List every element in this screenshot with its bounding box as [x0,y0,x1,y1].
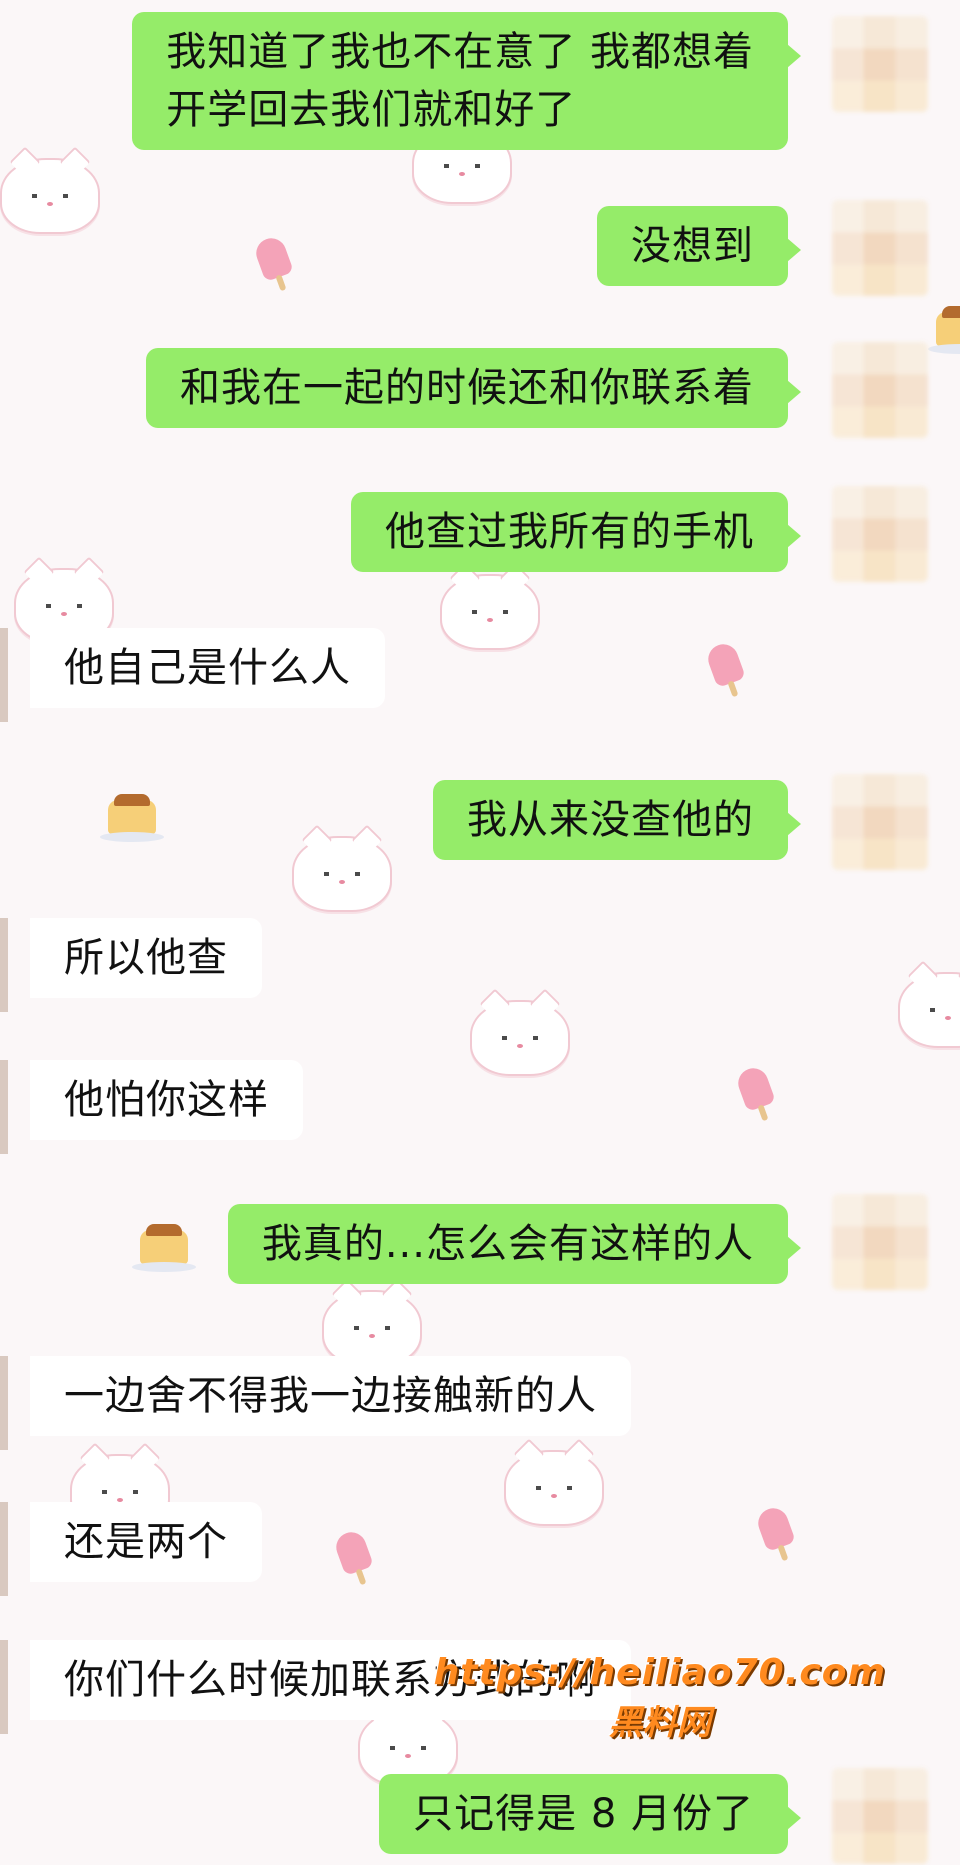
cat-icon [898,972,960,1048]
user-avatar[interactable] [832,200,928,296]
popsicle-icon [734,1064,776,1112]
message-text-line: 他怕你这样 [64,1077,269,1123]
contact-avatar[interactable] [0,918,8,1012]
message-text-line: 开学回去我们就和好了 [166,87,577,133]
cat-icon [440,574,540,650]
pudding-icon [132,1224,196,1272]
message-text-line: 还是两个 [64,1519,228,1565]
contact-avatar[interactable] [0,628,8,722]
cat-icon [0,158,100,234]
user-avatar[interactable] [832,16,928,112]
pudding-icon [100,794,164,842]
message-bubble[interactable]: 和我在一起的时候还和你联系着 [146,348,801,428]
message-text-line: 我从来没查他的 [467,797,754,843]
contact-avatar[interactable] [0,1640,8,1734]
cat-icon [292,836,392,912]
user-avatar[interactable] [832,1194,928,1290]
message-text-line: 我知道了我也不在意了 我都想着 [166,29,754,75]
message-text-line: 我真的...怎么会有这样的人 [261,1221,754,1267]
message-text-line: 和我在一起的时候还和你联系着 [180,365,754,411]
popsicle-icon [754,1504,796,1552]
pudding-icon [928,306,960,354]
contact-avatar[interactable] [0,1356,8,1450]
message-bubble[interactable]: 一边舍不得我一边接触新的人 [30,1356,631,1436]
chat-window: 我知道了我也不在意了 我都想着 开学回去我们就和好了 没想到 和我在一起的时候还… [0,0,960,1865]
message-text-line: 一边舍不得我一边接触新的人 [64,1373,597,1419]
message-text-line: 没想到 [631,223,754,269]
message-bubble[interactable]: 他怕你这样 [30,1060,303,1140]
contact-avatar[interactable] [0,1060,8,1154]
user-avatar[interactable] [832,342,928,438]
cat-icon [504,1450,604,1526]
message-text-line: 他查过我所有的手机 [385,509,754,555]
popsicle-icon [704,640,746,688]
watermark-name: 黑料网 [608,1703,711,1743]
message-bubble[interactable]: 没想到 [597,206,801,286]
cat-icon [322,1290,422,1366]
message-bubble[interactable]: 我从来没查他的 [433,780,801,860]
contact-avatar[interactable] [0,1502,8,1596]
message-text-line: 只记得是 8 月份了 [413,1791,754,1837]
message-bubble[interactable]: 所以他查 [30,918,262,998]
watermark: https://heiliao70.com 黑料网 [434,1652,886,1744]
message-bubble[interactable]: 他查过我所有的手机 [351,492,801,572]
popsicle-icon [332,1528,374,1576]
user-avatar[interactable] [832,486,928,582]
user-avatar[interactable] [832,774,928,870]
message-text-line: 所以他查 [64,935,228,981]
user-avatar[interactable] [832,1768,928,1864]
message-bubble[interactable]: 我知道了我也不在意了 我都想着 开学回去我们就和好了 [132,12,801,150]
watermark-url: https://heiliao70.com [433,1652,886,1693]
message-bubble[interactable]: 还是两个 [30,1502,262,1582]
message-bubble[interactable]: 只记得是 8 月份了 [379,1774,801,1854]
message-text-line: 他自己是什么人 [64,645,351,691]
cat-icon [470,1000,570,1076]
message-bubble[interactable]: 他自己是什么人 [30,628,385,708]
message-bubble[interactable]: 我真的...怎么会有这样的人 [227,1204,802,1284]
popsicle-icon [252,234,294,282]
